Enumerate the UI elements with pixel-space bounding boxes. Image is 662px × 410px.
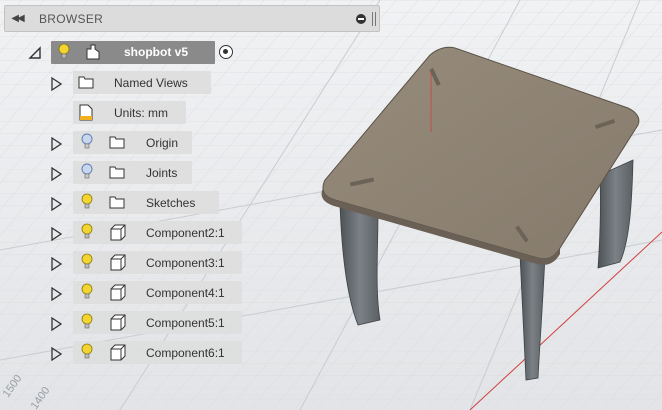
- tree-root-row[interactable]: shopbot v5: [51, 41, 215, 64]
- expand-triangle-icon[interactable]: [50, 257, 62, 271]
- expand-triangle-icon[interactable]: [50, 77, 62, 91]
- expand-triangle-icon[interactable]: [50, 137, 62, 151]
- tree-root-label: shopbot v5: [124, 45, 189, 59]
- lightbulb-on-icon[interactable]: [80, 193, 94, 211]
- component-icon: [110, 224, 126, 241]
- minimize-icon[interactable]: [356, 13, 366, 24]
- collapse-panel-button[interactable]: ◀◀: [5, 13, 29, 24]
- tree-item-label: Component3:1: [146, 256, 225, 270]
- tree-item-component6[interactable]: Component6:1: [73, 341, 242, 364]
- expand-triangle-icon[interactable]: [50, 167, 62, 181]
- tree-item-component5[interactable]: Component5:1: [73, 311, 242, 334]
- collapse-triangle-icon[interactable]: [28, 46, 42, 60]
- activate-radio-button[interactable]: [219, 45, 233, 59]
- tree-item-origin[interactable]: Origin: [73, 131, 192, 154]
- tree-item-label: Sketches: [146, 196, 196, 210]
- lightbulb-on-icon[interactable]: [80, 283, 94, 301]
- tree-item-label: Named Views: [114, 76, 188, 90]
- tree-item-units[interactable]: Units: mm: [73, 101, 186, 124]
- tree-item-label: Component5:1: [146, 316, 225, 330]
- tree-item-joints[interactable]: Joints: [73, 161, 192, 184]
- tree-item-label: Origin: [146, 136, 179, 150]
- tree-item-label: Units: mm: [114, 106, 168, 120]
- tree-item-named-views[interactable]: Named Views: [73, 71, 211, 94]
- component-icon: [110, 254, 126, 271]
- component-icon: [110, 284, 126, 301]
- tree-item-label: Joints: [146, 166, 178, 180]
- document-icon: [79, 104, 93, 121]
- tree-item-label: Component6:1: [146, 346, 225, 360]
- lightbulb-on-icon[interactable]: [80, 253, 94, 271]
- panel-grip-icon[interactable]: [372, 11, 376, 26]
- browser-title: BROWSER: [39, 11, 104, 26]
- browser-panel-header: ◀◀ BROWSER: [4, 5, 380, 32]
- expand-triangle-icon[interactable]: [50, 197, 62, 211]
- folder-icon: [109, 136, 125, 149]
- lightbulb-on-icon[interactable]: [80, 343, 94, 361]
- document-component-icon: [86, 44, 100, 60]
- lightbulb-on-icon[interactable]: [80, 313, 94, 331]
- expand-triangle-icon[interactable]: [50, 287, 62, 301]
- tree-item-component3[interactable]: Component3:1: [73, 251, 242, 274]
- lightbulb-off-icon[interactable]: [80, 163, 94, 181]
- lightbulb-on-icon[interactable]: [80, 223, 94, 241]
- lightbulb-off-icon[interactable]: [80, 133, 94, 151]
- component-icon: [110, 344, 126, 361]
- expand-triangle-icon[interactable]: [50, 347, 62, 361]
- folder-icon: [109, 166, 125, 179]
- tree-item-label: Component2:1: [146, 226, 225, 240]
- folder-icon: [78, 76, 94, 89]
- tree-item-component4[interactable]: Component4:1: [73, 281, 242, 304]
- folder-icon: [109, 196, 125, 209]
- component-icon: [110, 314, 126, 331]
- tree-item-label: Component4:1: [146, 286, 225, 300]
- tree-item-sketches[interactable]: Sketches: [73, 191, 219, 214]
- expand-triangle-icon[interactable]: [50, 227, 62, 241]
- tree-item-component2[interactable]: Component2:1: [73, 221, 242, 244]
- lightbulb-on-icon[interactable]: [57, 43, 71, 61]
- expand-triangle-icon[interactable]: [50, 317, 62, 331]
